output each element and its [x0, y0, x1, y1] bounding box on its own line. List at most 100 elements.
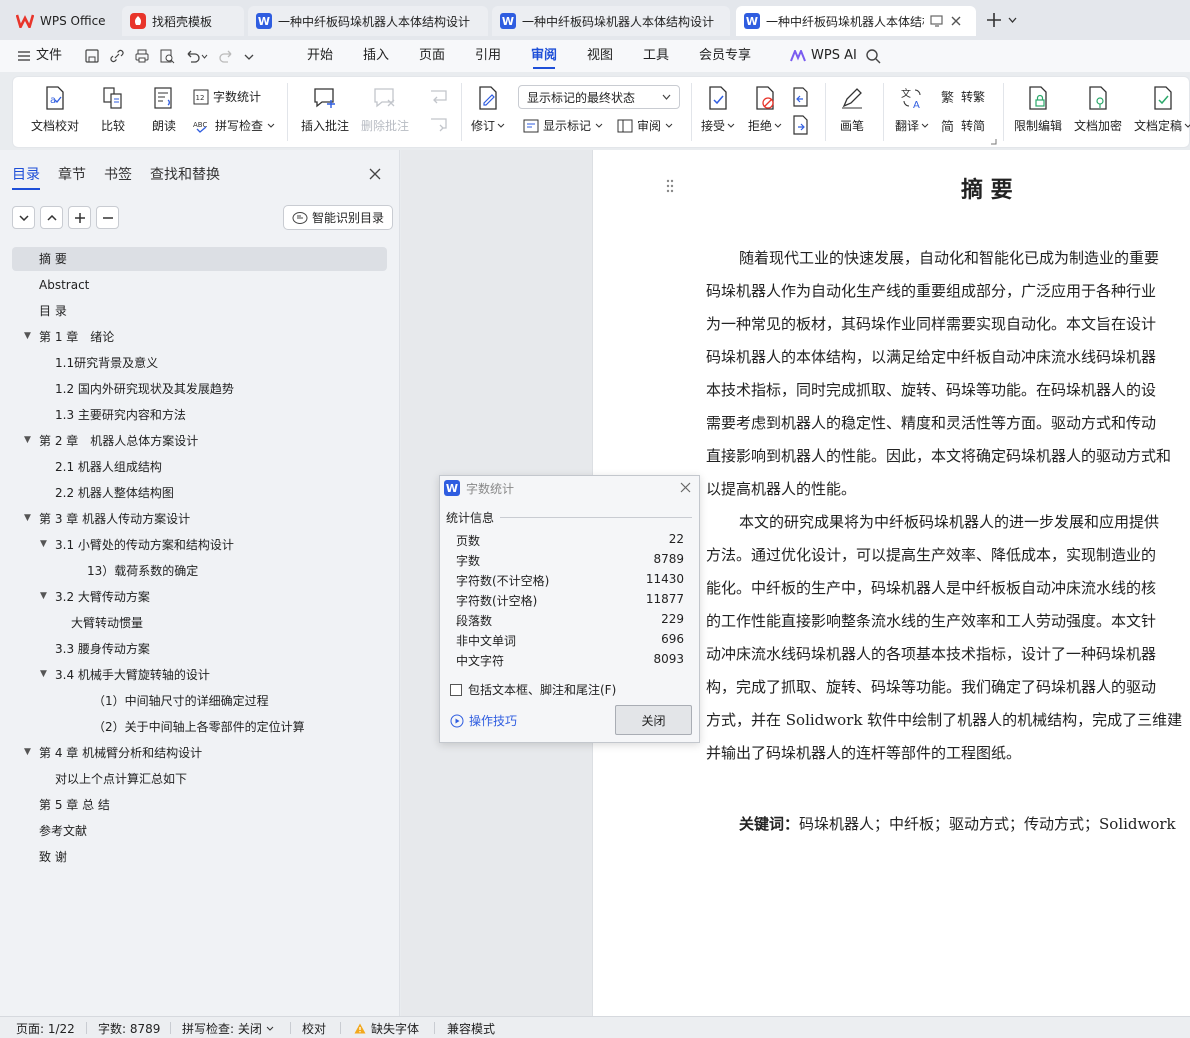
toc-item[interactable]: 第 1 章 绪论 [39, 326, 114, 348]
show-markup-button[interactable]: 显示标记 [523, 117, 603, 134]
file-menu[interactable]: 文件 [18, 40, 62, 72]
word-count-status[interactable]: 字数: 8789 [98, 1020, 160, 1037]
toc-item[interactable]: 2.2 机器人整体结构图 [55, 482, 174, 504]
encrypt-button[interactable]: 文档加密 [1074, 85, 1122, 134]
screen-icon[interactable] [930, 15, 944, 27]
translate-button[interactable]: 文A 翻译 [895, 85, 929, 134]
tab-bookmarks[interactable]: 书签 [104, 164, 132, 184]
tab-docer-templates[interactable]: 找稻壳模板 [122, 6, 244, 36]
toc-item[interactable]: 3.1 小臂处的传动方案和结构设计 [55, 534, 234, 556]
menu-tools[interactable]: 工具 [643, 40, 669, 72]
toc-item[interactable]: 摘 要 [39, 248, 67, 270]
toc-item[interactable]: 第 2 章 机器人总体方案设计 [39, 430, 198, 452]
tab-chapters[interactable]: 章节 [58, 164, 86, 184]
toc-item[interactable]: 2.1 机器人组成结构 [55, 456, 162, 478]
page-indicator[interactable]: 页面: 1/22 [16, 1020, 75, 1037]
previous-comment-icon[interactable] [429, 89, 449, 105]
to-simplified-button[interactable]: 简 转简 [941, 117, 985, 134]
read-aloud-button[interactable]: 朗读 [151, 85, 177, 134]
menu-page[interactable]: 页面 [419, 40, 445, 72]
close-tab-icon[interactable] [950, 15, 962, 27]
doc-check-button[interactable]: a 文档校对 [31, 85, 79, 134]
delete-comment-button[interactable]: 删除批注 [361, 85, 409, 134]
restrict-edit-button[interactable]: 限制编辑 [1014, 85, 1062, 134]
tab-find-replace[interactable]: 查找和替换 [150, 164, 220, 184]
toc-item[interactable]: Abstract [39, 274, 89, 296]
menu-insert[interactable]: 插入 [363, 40, 389, 72]
print-preview-icon[interactable] [159, 48, 175, 64]
next-change-icon[interactable] [792, 115, 810, 135]
toc-item[interactable]: 第 4 章 机械臂分析和结构设计 [39, 742, 202, 764]
toc-item[interactable]: 致 谢 [39, 846, 67, 868]
finalize-button[interactable]: 文档定稿 [1134, 85, 1190, 134]
tips-link[interactable]: 操作技巧 [450, 712, 517, 729]
review-pane-button[interactable]: 审阅 [617, 117, 673, 134]
toc-expand-caret-icon[interactable]: ▼ [24, 747, 31, 757]
missing-font-status[interactable]: 缺失字体 [354, 1020, 419, 1037]
collapse-all-button[interactable] [40, 206, 63, 229]
proof-status[interactable]: 校对 [302, 1020, 326, 1037]
close-dialog-button[interactable]: 关闭 [615, 705, 692, 735]
redo-icon[interactable] [217, 48, 235, 64]
previous-change-icon[interactable] [792, 87, 810, 107]
toc-expand-caret-icon[interactable]: ▼ [24, 331, 31, 341]
include-textbox-checkbox[interactable]: 包括文本框、脚注和尾注(F) [450, 681, 616, 698]
close-pane-icon[interactable] [369, 168, 381, 180]
accept-button[interactable]: 接受 [701, 85, 735, 134]
remove-heading-button[interactable] [96, 206, 119, 229]
tab-document-active[interactable]: W 一种中纤板码垛机器人本体结构 [736, 6, 976, 36]
to-traditional-button[interactable]: 繁 转繁 [941, 88, 985, 105]
menu-member[interactable]: 会员专享 [699, 40, 751, 72]
toc-expand-caret-icon[interactable]: ▼ [40, 539, 47, 549]
expand-all-button[interactable] [12, 206, 35, 229]
tab-document-1[interactable]: W 一种中纤板码垛机器人本体结构设计 [248, 6, 488, 36]
search-icon[interactable] [865, 48, 881, 64]
tab-document-2[interactable]: W 一种中纤板码垛机器人本体结构设计 3 [492, 6, 730, 36]
next-comment-icon[interactable] [429, 117, 449, 133]
toc-item[interactable]: 第 3 章 机器人传动方案设计 [39, 508, 190, 530]
toc-item[interactable]: （2）关于中间轴上各零部件的定位计算 [93, 716, 305, 738]
compare-button[interactable]: 比较 [100, 85, 126, 134]
spell-check-button[interactable]: ABC 拼写检查 [193, 117, 275, 134]
checkbox-box[interactable] [450, 683, 462, 696]
toc-item[interactable]: 13）载荷系数的确定 [87, 560, 198, 582]
toc-expand-caret-icon[interactable]: ▼ [40, 669, 47, 679]
chevron-down-icon[interactable] [244, 48, 254, 64]
toc-item[interactable]: 1.2 国内外研究现状及其发展趋势 [55, 378, 234, 400]
toc-item[interactable]: 3.3 腰身传动方案 [55, 638, 150, 660]
tab-wps-office[interactable]: WPS Office [8, 6, 116, 36]
toc-item[interactable]: 1.1研究背景及意义 [55, 352, 158, 374]
tab-toc[interactable]: 目录 [12, 164, 40, 190]
dialog-launcher-icon[interactable] [990, 138, 997, 145]
smart-toc-button[interactable]: 智能识别目录 [283, 205, 394, 230]
dialog-titlebar[interactable]: W 字数统计 [440, 476, 699, 500]
share-link-icon[interactable] [109, 48, 125, 64]
print-icon[interactable] [134, 48, 150, 64]
spell-check-status[interactable]: 拼写检查: 关闭 [182, 1020, 274, 1037]
word-count-button[interactable]: 12 字数统计 [193, 88, 261, 105]
toc-item[interactable]: 对以上个点计算汇总如下 [55, 768, 187, 790]
menu-references[interactable]: 引用 [475, 40, 501, 72]
menu-review[interactable]: 审阅 [531, 40, 557, 72]
toc-item[interactable]: 大臂转动惯量 [71, 612, 143, 634]
add-heading-button[interactable] [68, 206, 91, 229]
toc-item[interactable]: 3.4 机械手大臂旋转轴的设计 [55, 664, 210, 686]
toc-item[interactable]: （1）中间轴尺寸的详细确定过程 [93, 690, 269, 712]
pen-button[interactable]: 画笔 [839, 85, 865, 134]
toc-item[interactable]: 目 录 [39, 300, 67, 322]
markup-display-dropdown[interactable]: 显示标记的最终状态 [518, 85, 680, 109]
menu-home[interactable]: 开始 [307, 40, 333, 72]
wps-ai-button[interactable]: WPS AI [790, 40, 857, 72]
menu-view[interactable]: 视图 [587, 40, 613, 72]
toc-item[interactable]: 参考文献 [39, 820, 87, 842]
toc-expand-caret-icon[interactable]: ▼ [40, 591, 47, 601]
toc-expand-caret-icon[interactable]: ▼ [24, 513, 31, 523]
toc-item[interactable]: 3.2 大臂传动方案 [55, 586, 150, 608]
drag-handle-icon[interactable] [666, 179, 674, 193]
insert-comment-button[interactable]: 插入批注 [301, 85, 349, 134]
toc-expand-caret-icon[interactable]: ▼ [24, 435, 31, 445]
reject-button[interactable]: 拒绝 [748, 85, 782, 134]
revise-button[interactable]: 修订 [471, 85, 505, 134]
close-icon[interactable] [680, 482, 691, 493]
toc-item[interactable]: 1.3 主要研究内容和方法 [55, 404, 186, 426]
